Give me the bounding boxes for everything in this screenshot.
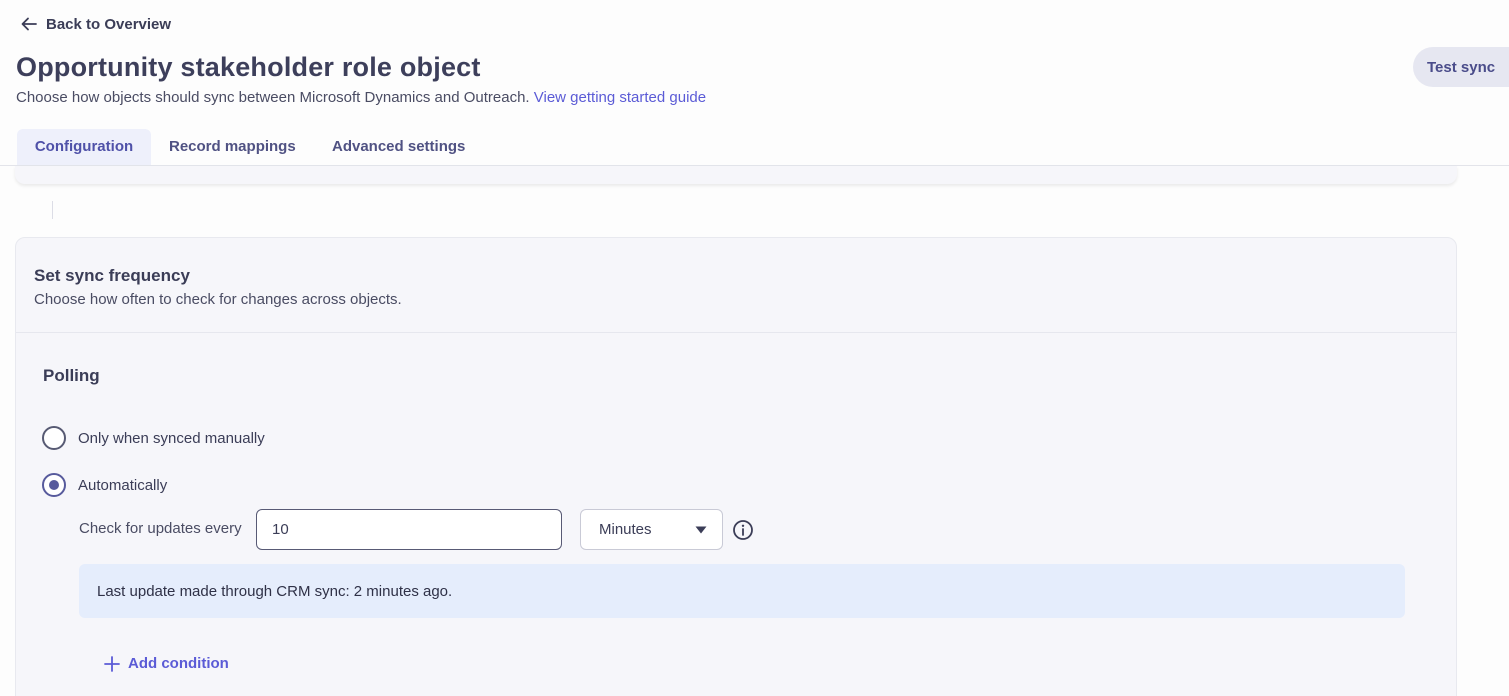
tab-bar: Configuration Record mappings Advanced s…: [0, 129, 1509, 166]
tab-advanced-settings[interactable]: Advanced settings: [332, 129, 465, 165]
caret-down-icon: [695, 526, 707, 534]
interval-input[interactable]: [256, 509, 562, 550]
page-title: Opportunity stakeholder role object: [16, 52, 481, 82]
plus-icon: [104, 655, 120, 672]
card-title: Set sync frequency: [34, 266, 190, 285]
last-update-banner: Last update made through CRM sync: 2 min…: [79, 564, 1405, 618]
getting-started-guide-link[interactable]: View getting started guide: [534, 89, 706, 106]
back-link-label: Back to Overview: [46, 15, 172, 33]
card-description: Choose how often to check for changes ac…: [34, 291, 402, 308]
sync-settings-page: Back to Overview Opportunity stakeholder…: [0, 0, 1509, 696]
radio-option-automatic[interactable]: Automatically: [42, 473, 167, 497]
interval-unit-select[interactable]: Minutes: [580, 509, 723, 550]
add-condition-button[interactable]: Add condition: [104, 655, 229, 672]
radio-label-manual: Only when synced manually: [78, 429, 265, 447]
arrow-left-icon: [21, 17, 37, 31]
last-update-text: Last update made through CRM sync: 2 min…: [97, 582, 453, 600]
radio-option-manual[interactable]: Only when synced manually: [42, 426, 265, 450]
card-connector-line: [52, 201, 53, 219]
interval-unit-value: Minutes: [599, 521, 652, 538]
radio-label-automatic: Automatically: [78, 476, 168, 494]
sync-frequency-card: Set sync frequency Choose how often to c…: [15, 237, 1457, 696]
subtitle-text: Choose how objects should sync between M…: [16, 89, 530, 106]
radio-button-automatic[interactable]: [42, 473, 66, 497]
polling-section-title: Polling: [43, 366, 100, 385]
tab-record-mappings[interactable]: Record mappings: [169, 129, 296, 165]
card-header: Set sync frequency Choose how often to c…: [16, 238, 1456, 333]
back-to-overview-link[interactable]: Back to Overview: [20, 15, 171, 33]
interval-label: Check for updates every: [79, 520, 242, 537]
radio-button-manual[interactable]: [42, 426, 66, 450]
tab-configuration[interactable]: Configuration: [17, 129, 151, 165]
add-condition-label: Add condition: [128, 655, 229, 672]
test-sync-button[interactable]: Test sync: [1413, 47, 1509, 87]
previous-card: [15, 166, 1457, 184]
info-circle-icon[interactable]: [732, 519, 754, 541]
page-subtitle: Choose how objects should sync between M…: [16, 89, 706, 106]
